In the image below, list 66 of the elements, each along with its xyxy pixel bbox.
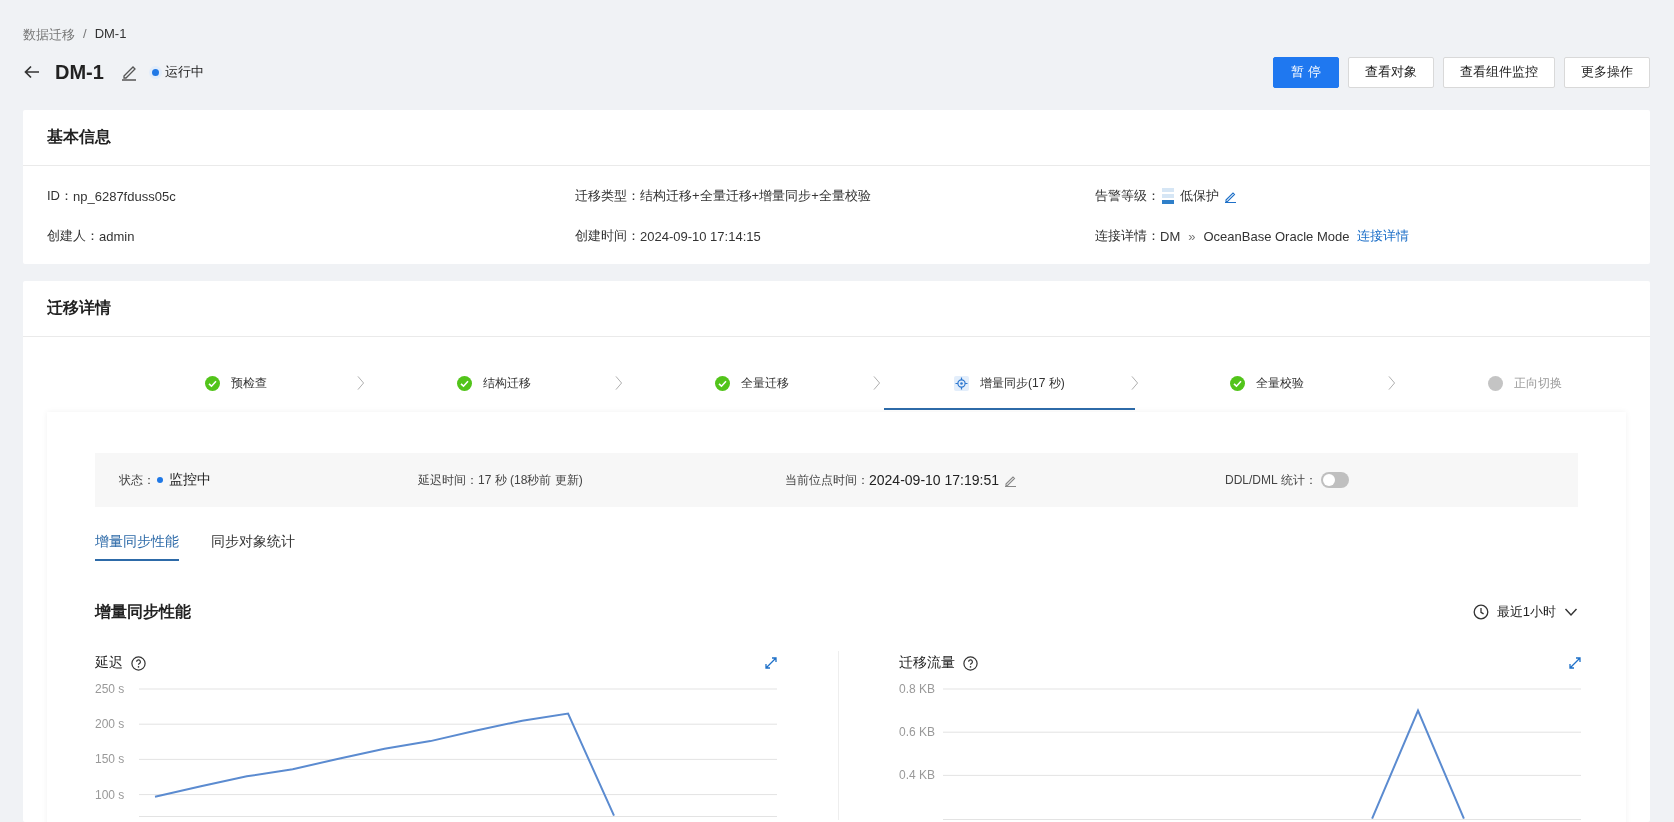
breadcrumb-current: DM-1 [94, 26, 127, 43]
chevron-icon [615, 375, 623, 391]
axis-tick-label: 0.4 KB [899, 768, 936, 783]
action-button[interactable]: 查看组件监控 [1443, 56, 1555, 88]
level-icon [1162, 188, 1174, 204]
field-value: 17 秒 (18秒前 更新) [478, 471, 583, 489]
field-label: DDL/DML 统计： [1225, 471, 1317, 489]
field-value: 2024-09-10 17:14:15 [640, 228, 761, 244]
axis-tick-label: 200 s [95, 717, 125, 732]
breadcrumb-separator: / [83, 26, 87, 43]
chevron-icon [357, 375, 365, 391]
separator: » [1188, 228, 1196, 244]
step-item[interactable]: 全量校验 [1142, 369, 1393, 412]
action-button[interactable]: 查看对象 [1348, 56, 1434, 88]
axis-tick-label: 0.8 KB [899, 682, 936, 696]
step-item[interactable]: 全量迁移 [626, 369, 877, 412]
field-value: 结构迁移+全量迁移+增量同步+全量校验 [640, 187, 871, 205]
pause-button[interactable]: 暂 停 [1273, 56, 1339, 88]
field-label: 创建时间： [575, 227, 640, 245]
card-title: 基本信息 [23, 110, 1650, 166]
help-icon [963, 655, 978, 671]
field-value: np_6287fduss05c [73, 188, 176, 204]
field-label: 创建人： [47, 227, 99, 245]
help-icon [131, 655, 146, 671]
breadcrumb-link[interactable]: 数据迁移 [23, 26, 75, 46]
tab[interactable]: 同步对象统计 [211, 523, 295, 561]
field-label: 连接详情： [1095, 227, 1160, 245]
status-dot [157, 477, 163, 483]
status-label: 监控中 [169, 471, 211, 489]
time-range-dropdown[interactable]: 最近1小时 [1472, 603, 1578, 621]
card-title: 迁移详情 [23, 281, 1650, 337]
axis-tick-label: 0.6 KB [899, 725, 936, 740]
field-value: admin [99, 228, 135, 244]
step-item[interactable]: 预检查 [111, 369, 362, 412]
status-label: 运行中 [164, 63, 204, 81]
clock-icon [1472, 604, 1489, 620]
field-value: 2024-09-10 17:19:51 [869, 472, 999, 488]
chevron-icon [872, 375, 881, 391]
back-arrow-icon[interactable] [23, 63, 41, 81]
field-value: OceanBase Oracle Mode [1203, 228, 1350, 244]
axis-tick-label: 150 s [95, 752, 125, 767]
status-dot [151, 68, 159, 76]
field-label: 当前位点时间： [785, 471, 869, 489]
chevron-icon [1130, 375, 1139, 391]
connection-details-link[interactable]: 连接详情 [1357, 227, 1410, 245]
tab[interactable]: 增量同步性能 [95, 523, 179, 561]
axis-tick-label: 250 s [95, 682, 125, 696]
field-label: 状态： [119, 471, 155, 489]
expand-icon[interactable] [1569, 657, 1581, 669]
field-label: 告警等级： [1095, 187, 1160, 205]
field-label: 迁移类型： [575, 187, 640, 205]
field-label: 延迟时间： [418, 471, 478, 489]
toggle-switch[interactable] [1320, 472, 1349, 488]
chart-title: 延迟 [95, 654, 123, 672]
step-item[interactable]: 结构迁移 [368, 369, 619, 412]
field-value: DM [1160, 228, 1181, 244]
field-value: 低保护 [1180, 187, 1219, 205]
field-label: ID： [47, 187, 73, 205]
chevron-icon [1388, 375, 1396, 391]
page-title: DM-1 [55, 60, 104, 84]
step-item[interactable]: 增量同步(17 秒) [884, 369, 1135, 410]
section-title: 增量同步性能 [95, 601, 191, 622]
axis-tick-label: 100 s [95, 787, 125, 802]
chart-title: 迁移流量 [899, 654, 955, 672]
expand-icon[interactable] [765, 657, 777, 669]
action-button[interactable]: 更多操作 [1564, 56, 1650, 88]
